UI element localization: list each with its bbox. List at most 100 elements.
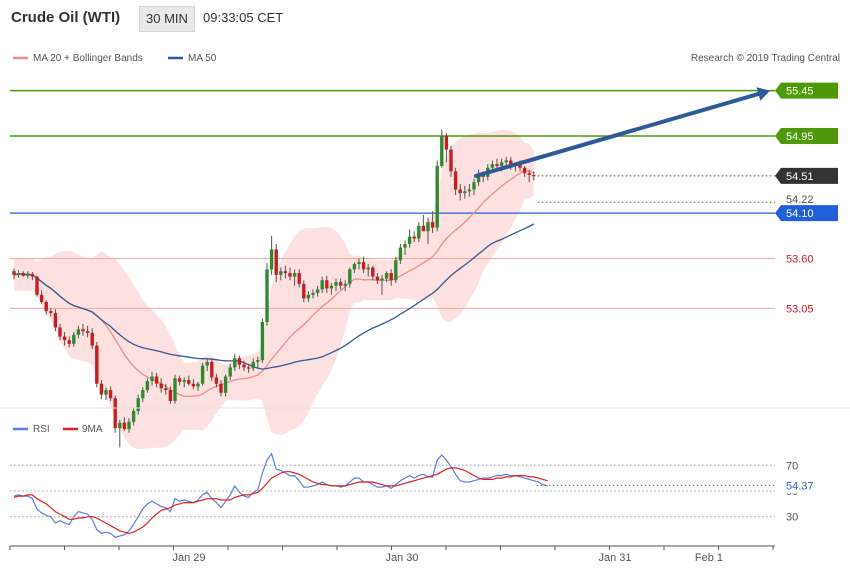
candle-body: [265, 269, 269, 323]
candle-body: [384, 273, 389, 279]
candle-body: [187, 380, 191, 384]
candle-body: [453, 171, 458, 190]
candle-body: [283, 271, 288, 274]
candle-body: [81, 329, 85, 332]
level-label-resistance-1: 54.95: [786, 131, 814, 143]
chart-header: Crude Oil (WTI) 30 MIN 09:33:05 CET: [0, 0, 850, 36]
candle-body: [532, 175, 536, 177]
candle-body: [233, 358, 237, 368]
candle-body: [329, 285, 334, 289]
candle-body: [495, 164, 499, 166]
candle-body: [35, 276, 39, 295]
candle-body: [279, 271, 283, 275]
level-label-resistance-2: 55.45: [786, 86, 814, 98]
rsi-legend-label: RSI: [33, 424, 50, 435]
candle: [421, 214, 426, 232]
price-chart-svg: MA 20 + Bollinger Bands MA 50 Research ©…: [0, 53, 850, 564]
candle-body: [288, 273, 292, 277]
candle-body: [251, 361, 255, 369]
forecast-arrow-shaft: [474, 91, 761, 178]
candle-body: [118, 422, 122, 429]
candle-body: [191, 383, 196, 387]
candle-body: [463, 191, 467, 194]
candle-body: [173, 378, 177, 401]
candle-body: [325, 280, 329, 289]
candle-body: [343, 283, 347, 286]
forecast-arrow-head: [756, 87, 770, 101]
candle: [113, 395, 117, 433]
candle-body: [246, 367, 251, 369]
candle-body: [159, 383, 163, 389]
candle-body: [361, 262, 366, 270]
candle-body: [527, 173, 531, 176]
timestamp: 09:33:05 CET: [203, 10, 284, 25]
candle-body: [150, 376, 154, 381]
candle: [118, 420, 122, 448]
candle-body: [274, 249, 278, 275]
candle-body: [292, 273, 297, 277]
candle-body: [90, 332, 94, 346]
ma20-legend-label: MA 20 + Bollinger Bands: [33, 53, 143, 64]
candle-body: [352, 263, 357, 270]
candle-body: [145, 381, 150, 391]
candle-body: [380, 278, 384, 281]
candle-body: [403, 243, 407, 248]
candle-body: [306, 294, 311, 299]
ma50-legend-label: MA 50: [188, 53, 217, 64]
candle-body: [440, 135, 444, 166]
candle-body: [108, 390, 113, 399]
timeframe-badge[interactable]: 30 MIN: [139, 6, 195, 32]
candle-body: [21, 273, 25, 276]
candle-body: [113, 398, 117, 429]
candle: [265, 263, 269, 326]
candle: [35, 275, 39, 297]
candle-body: [389, 273, 393, 281]
forecast-arrow: [474, 87, 770, 178]
candle-body: [430, 222, 435, 228]
candle-body: [398, 247, 403, 261]
rsi-series-rsi: [13, 452, 548, 538]
time-axis: Jan 29 Jan 30 Jan 31 Feb 1: [9, 545, 775, 564]
candle-body: [95, 345, 99, 384]
candle-body: [210, 361, 214, 378]
candle-body: [182, 380, 186, 382]
candle-body: [237, 358, 242, 365]
candle-body: [168, 390, 173, 401]
candle: [435, 160, 439, 232]
candle-body: [417, 225, 421, 239]
candle-body: [315, 289, 320, 293]
rsi-chart: 30507054.37: [10, 452, 838, 538]
rsi-tick-label: 30: [786, 512, 798, 524]
candle-body: [242, 364, 246, 368]
candle-body: [58, 327, 62, 337]
candle-body: [371, 267, 375, 277]
time-axis-label: Feb 1: [695, 552, 723, 564]
candle: [394, 256, 398, 283]
candle-body: [127, 421, 131, 430]
candle: [173, 374, 177, 404]
candle-body: [30, 273, 35, 277]
candle-body: [136, 398, 140, 411]
candle-body: [357, 262, 361, 264]
candle-body: [131, 410, 136, 422]
candle-body: [26, 273, 30, 276]
candle-body: [338, 282, 343, 286]
candle-body: [223, 376, 228, 393]
candle-body: [375, 276, 380, 281]
candle: [260, 318, 265, 363]
candle-body: [269, 249, 274, 270]
candle-body: [444, 135, 449, 150]
candle-body: [67, 340, 71, 344]
candle-body: [53, 312, 58, 328]
candle-body: [302, 283, 306, 299]
candle-body: [412, 236, 416, 239]
candle-body: [449, 149, 453, 172]
candle-body: [72, 334, 76, 344]
candle-body: [177, 378, 182, 382]
candle-body: [504, 160, 508, 163]
candle-body: [200, 365, 205, 384]
candle: [95, 341, 99, 388]
time-axis-label: Jan 29: [172, 552, 205, 564]
candle-body: [311, 292, 315, 295]
candle-body: [260, 322, 265, 361]
